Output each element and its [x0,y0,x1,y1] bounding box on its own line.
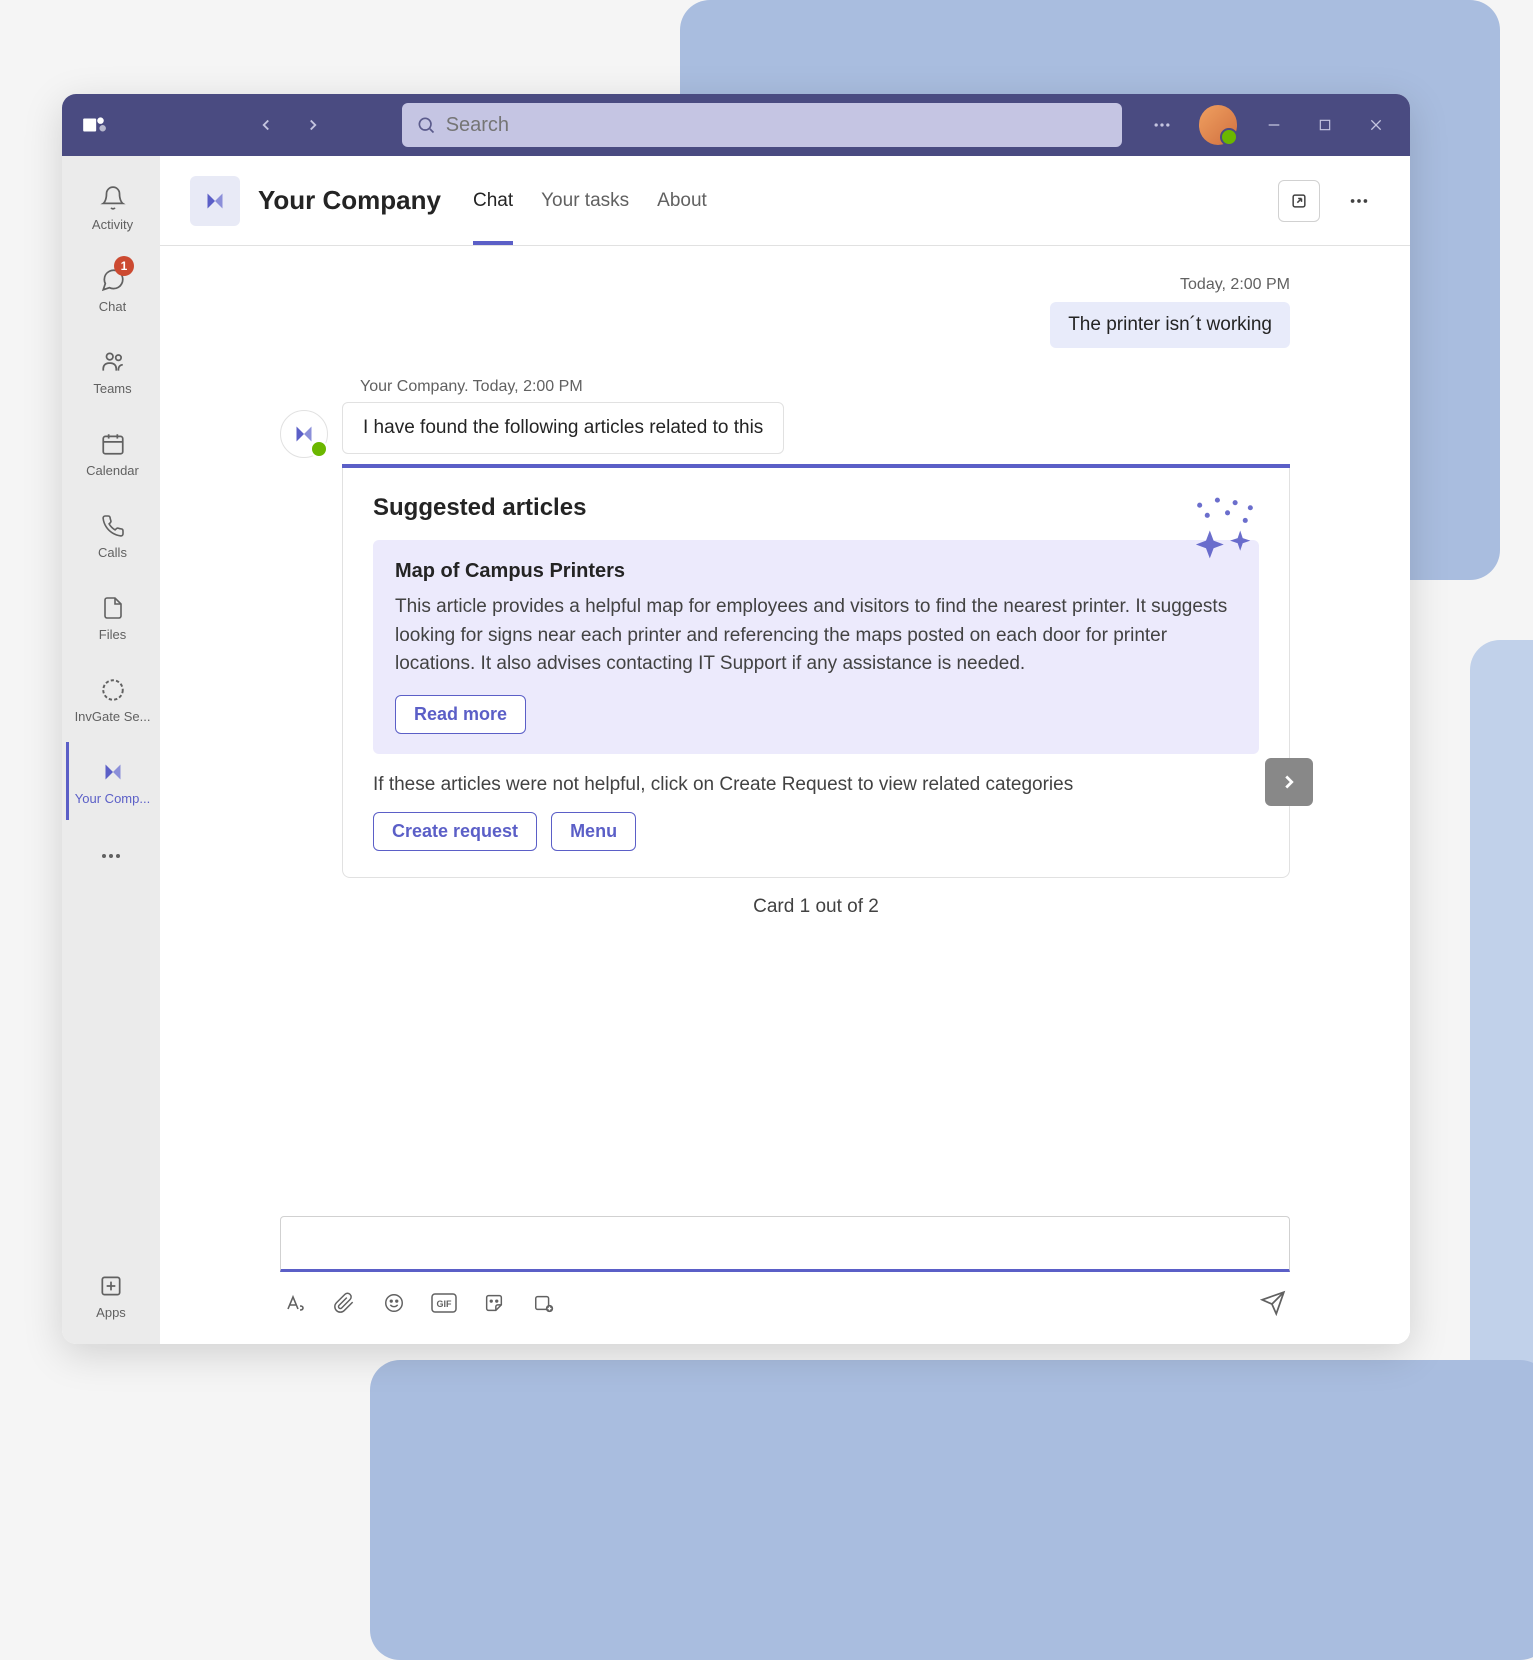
search-box[interactable] [402,103,1122,147]
popout-button[interactable] [1278,180,1320,222]
composer: GIF [160,1198,1410,1344]
rail-invgate[interactable]: InvGate Se... [66,660,156,738]
svg-text:GIF: GIF [437,1299,453,1309]
user-message: The printer isn´t working [1050,302,1290,348]
rail-label: Apps [96,1305,126,1320]
company-logo [190,176,240,226]
sticker-icon[interactable] [480,1289,508,1317]
company-icon [98,757,128,787]
header-more-button[interactable] [1338,180,1380,222]
header-tabs: Chat Your tasks About [473,156,707,245]
window-maximize-button[interactable] [1304,104,1345,146]
article-box: Map of Campus Printers This article prov… [373,540,1259,754]
search-input[interactable] [446,114,1108,137]
tab-chat[interactable]: Chat [473,156,513,245]
article-title: Map of Campus Printers [395,560,1237,583]
attach-icon[interactable] [330,1289,358,1317]
bg-decoration [370,1360,1533,1660]
chat-badge: 1 [114,256,134,276]
helper-text: If these articles were not helpful, clic… [373,774,1259,796]
create-request-button[interactable]: Create request [373,812,537,851]
chat-area: Today, 2:00 PM The printer isn´t working… [160,246,1410,1198]
card-counter: Card 1 out of 2 [342,878,1290,924]
bot-message: I have found the following articles rela… [342,402,784,454]
rail-label: Your Comp... [75,791,150,806]
rail-label: Calendar [86,463,139,478]
phone-icon [98,511,128,541]
read-more-button[interactable]: Read more [395,695,526,734]
main-content: Your Company Chat Your tasks About Today… [160,156,1410,1344]
rail-your-company[interactable]: Your Comp... [66,742,156,820]
format-icon[interactable] [280,1289,308,1317]
menu-button[interactable]: Menu [551,812,636,851]
app-rail: Activity 1 Chat Teams Calendar Calls [62,156,160,1344]
page-title: Your Company [258,185,441,216]
apps-icon [96,1271,126,1301]
bell-icon [98,183,128,213]
rail-calls[interactable]: Calls [66,496,156,574]
window-close-button[interactable] [1355,104,1396,146]
teams-logo-icon [76,107,111,143]
rail-files[interactable]: Files [66,578,156,656]
compose-input[interactable] [280,1216,1290,1272]
user-avatar[interactable] [1199,105,1238,145]
titlebar [62,94,1410,156]
calendar-icon [98,429,128,459]
rail-teams[interactable]: Teams [66,332,156,410]
timestamp: Today, 2:00 PM [280,276,1290,294]
titlebar-more-button[interactable] [1142,104,1183,146]
bot-avatar [280,410,328,458]
emoji-icon[interactable] [380,1289,408,1317]
invgate-icon [98,675,128,705]
bg-decoration [1470,640,1533,1460]
rail-label: Calls [98,545,127,560]
teams-window: Activity 1 Chat Teams Calendar Calls [62,94,1410,1344]
suggested-articles-card: Suggested articles Map of Campus Printer… [342,464,1290,878]
bot-meta: Your Company. Today, 2:00 PM [360,378,1290,396]
rail-more-button[interactable] [87,832,135,885]
rail-activity[interactable]: Activity [66,168,156,246]
article-body: This article provides a helpful map for … [395,593,1237,679]
nav-back-button[interactable] [248,106,285,144]
rail-label: Chat [99,299,126,314]
rail-label: InvGate Se... [75,709,151,724]
chat-header: Your Company Chat Your tasks About [160,156,1410,246]
more-compose-icon[interactable] [530,1289,558,1317]
composer-toolbar: GIF [280,1286,1290,1320]
sparkle-icon [1187,490,1263,566]
tab-your-tasks[interactable]: Your tasks [541,156,629,245]
teams-icon [98,347,128,377]
rail-label: Activity [92,217,133,232]
send-button[interactable] [1256,1286,1290,1320]
carousel-next-button[interactable] [1265,758,1313,806]
rail-apps[interactable]: Apps [66,1256,156,1334]
gif-icon[interactable]: GIF [430,1289,458,1317]
file-icon [98,593,128,623]
rail-calendar[interactable]: Calendar [66,414,156,492]
tab-about[interactable]: About [657,156,707,245]
rail-chat[interactable]: 1 Chat [66,250,156,328]
window-minimize-button[interactable] [1253,104,1294,146]
card-title: Suggested articles [373,494,1259,522]
nav-forward-button[interactable] [295,106,332,144]
rail-label: Teams [93,381,131,396]
rail-label: Files [99,627,126,642]
